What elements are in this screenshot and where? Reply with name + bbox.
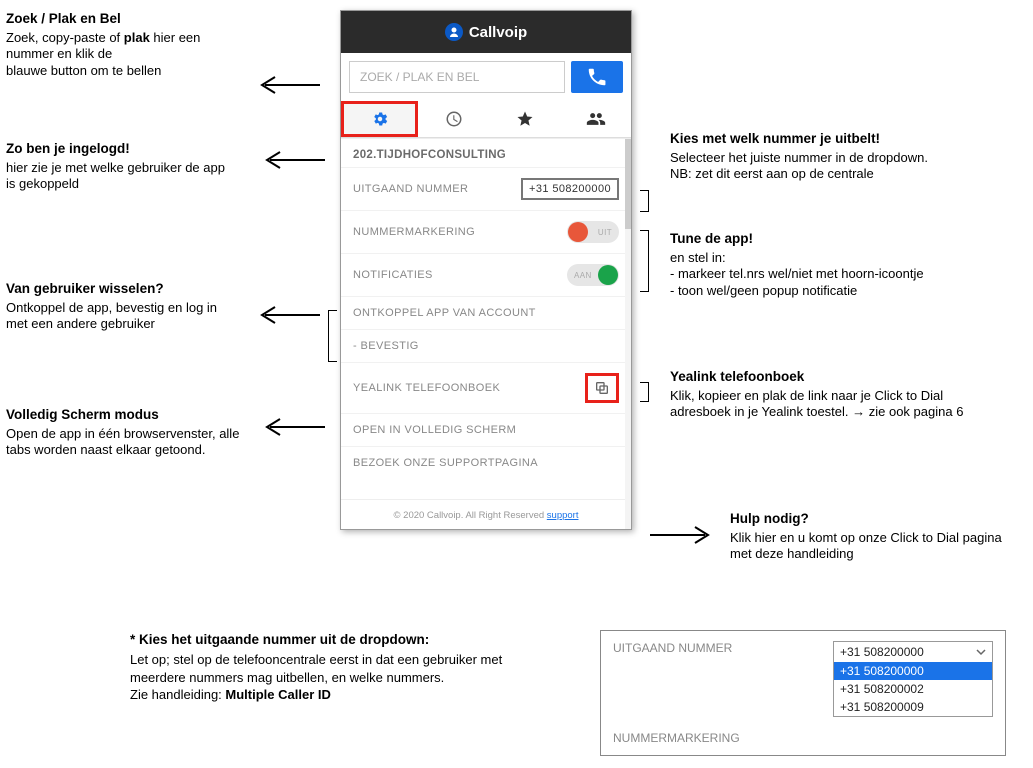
annotation-fullscreen: Volledig Scherm modus Open de app in één… — [6, 406, 256, 459]
clock-icon — [445, 110, 463, 128]
notif-label: NOTIFICATIES — [353, 269, 433, 281]
scrollbar[interactable] — [625, 139, 631, 529]
detail-marking-label: NUMMERMARKERING — [613, 731, 740, 745]
row-notifications: NOTIFICATIES AAN — [341, 253, 631, 296]
bracket-right — [640, 382, 649, 402]
row-number-marking: NUMMERMARKERING UIT — [341, 210, 631, 253]
bracket-left — [328, 310, 337, 362]
bracket-right — [640, 190, 649, 212]
detail-outgoing-label: UITGAAND NUMMER — [613, 641, 732, 655]
outgoing-number-select[interactable]: +31 508200000 — [521, 178, 619, 200]
arrow-icon — [255, 412, 335, 442]
tab-favorites[interactable] — [489, 101, 560, 137]
dropdown-option[interactable]: +31 508200002 — [834, 680, 992, 698]
annotation-outgoing: Kies met welk nummer je uitbelt! Selecte… — [670, 130, 1000, 183]
detail-dropdown-box: UITGAAND NUMMER +31 508200000 +31 508200… — [600, 630, 1006, 756]
copy-yealink-button[interactable] — [585, 373, 619, 403]
tab-contacts[interactable] — [560, 101, 631, 137]
arrow-icon — [250, 70, 330, 100]
app-panel: Callvoip ZOEK / PLAK EN BEL 202.TIJDHOFC… — [340, 10, 632, 530]
people-icon — [586, 109, 606, 129]
arrow-icon — [640, 520, 720, 550]
brand-name: Callvoip — [469, 24, 527, 41]
search-input[interactable]: ZOEK / PLAK EN BEL — [349, 61, 565, 93]
outgoing-dropdown-open[interactable]: +31 508200000 +31 508200000 +31 50820000… — [833, 641, 993, 717]
copy-icon — [594, 380, 610, 396]
annotation-logged-in: Zo ben je ingelogd! hier zie je met welk… — [6, 140, 236, 193]
marking-label: NUMMERMARKERING — [353, 226, 475, 238]
phone-icon — [586, 66, 608, 88]
bracket-right — [640, 230, 649, 292]
app-footer: © 2020 Callvoip. All Right Reserved supp… — [341, 499, 631, 529]
outgoing-label: UITGAAND NUMMER — [353, 183, 468, 195]
arrow-icon — [250, 300, 330, 330]
annotation-search: Zoek / Plak en Bel Zoek, copy-paste of p… — [6, 10, 246, 80]
tab-history[interactable] — [418, 101, 489, 137]
row-fullscreen[interactable]: OPEN IN VOLLEDIG SCHERM — [341, 413, 631, 446]
toggle-number-marking[interactable]: UIT — [567, 221, 619, 243]
row-confirm[interactable]: - BEVESTIG — [341, 329, 631, 362]
row-yealink-phonebook: YEALINK TELEFOONBOEK — [341, 362, 631, 413]
tab-bar — [341, 101, 631, 138]
star-icon — [516, 110, 534, 128]
app-header: Callvoip — [341, 11, 631, 53]
brand-logo-icon — [445, 23, 463, 41]
tab-settings[interactable] — [341, 101, 418, 137]
toggle-notifications[interactable]: AAN — [567, 264, 619, 286]
annotation-tune: Tune de app! en stel in:- markeer tel.nr… — [670, 230, 1030, 300]
footer-support-link[interactable]: support — [547, 510, 579, 521]
account-name: 202.TIJDHOFCONSULTING — [341, 139, 631, 167]
annotation-help: Hulp nodig? Klik hier en u komt op onze … — [730, 510, 1010, 563]
dropdown-option[interactable]: +31 508200000 — [834, 662, 992, 680]
annotation-switch-user: Van gebruiker wisselen? Ontkoppel de app… — [6, 280, 226, 333]
bottom-note: * Kies het uitgaande nummer uit de dropd… — [130, 632, 560, 704]
row-disconnect[interactable]: ONTKOPPEL APP VAN ACCOUNT — [341, 296, 631, 329]
dropdown-selected[interactable]: +31 508200000 — [834, 642, 992, 662]
row-outgoing-number: UITGAAND NUMMER +31 508200000 — [341, 167, 631, 210]
chevron-down-icon — [976, 647, 986, 657]
call-button[interactable] — [571, 61, 623, 93]
gear-icon — [371, 110, 389, 128]
row-support-page[interactable]: BEZOEK ONZE SUPPORTPAGINA — [341, 446, 631, 479]
arrow-icon — [255, 145, 335, 175]
dropdown-option[interactable]: +31 508200009 — [834, 698, 992, 716]
annotation-yealink: Yealink telefoonboek Klik, kopieer en pl… — [670, 368, 990, 421]
